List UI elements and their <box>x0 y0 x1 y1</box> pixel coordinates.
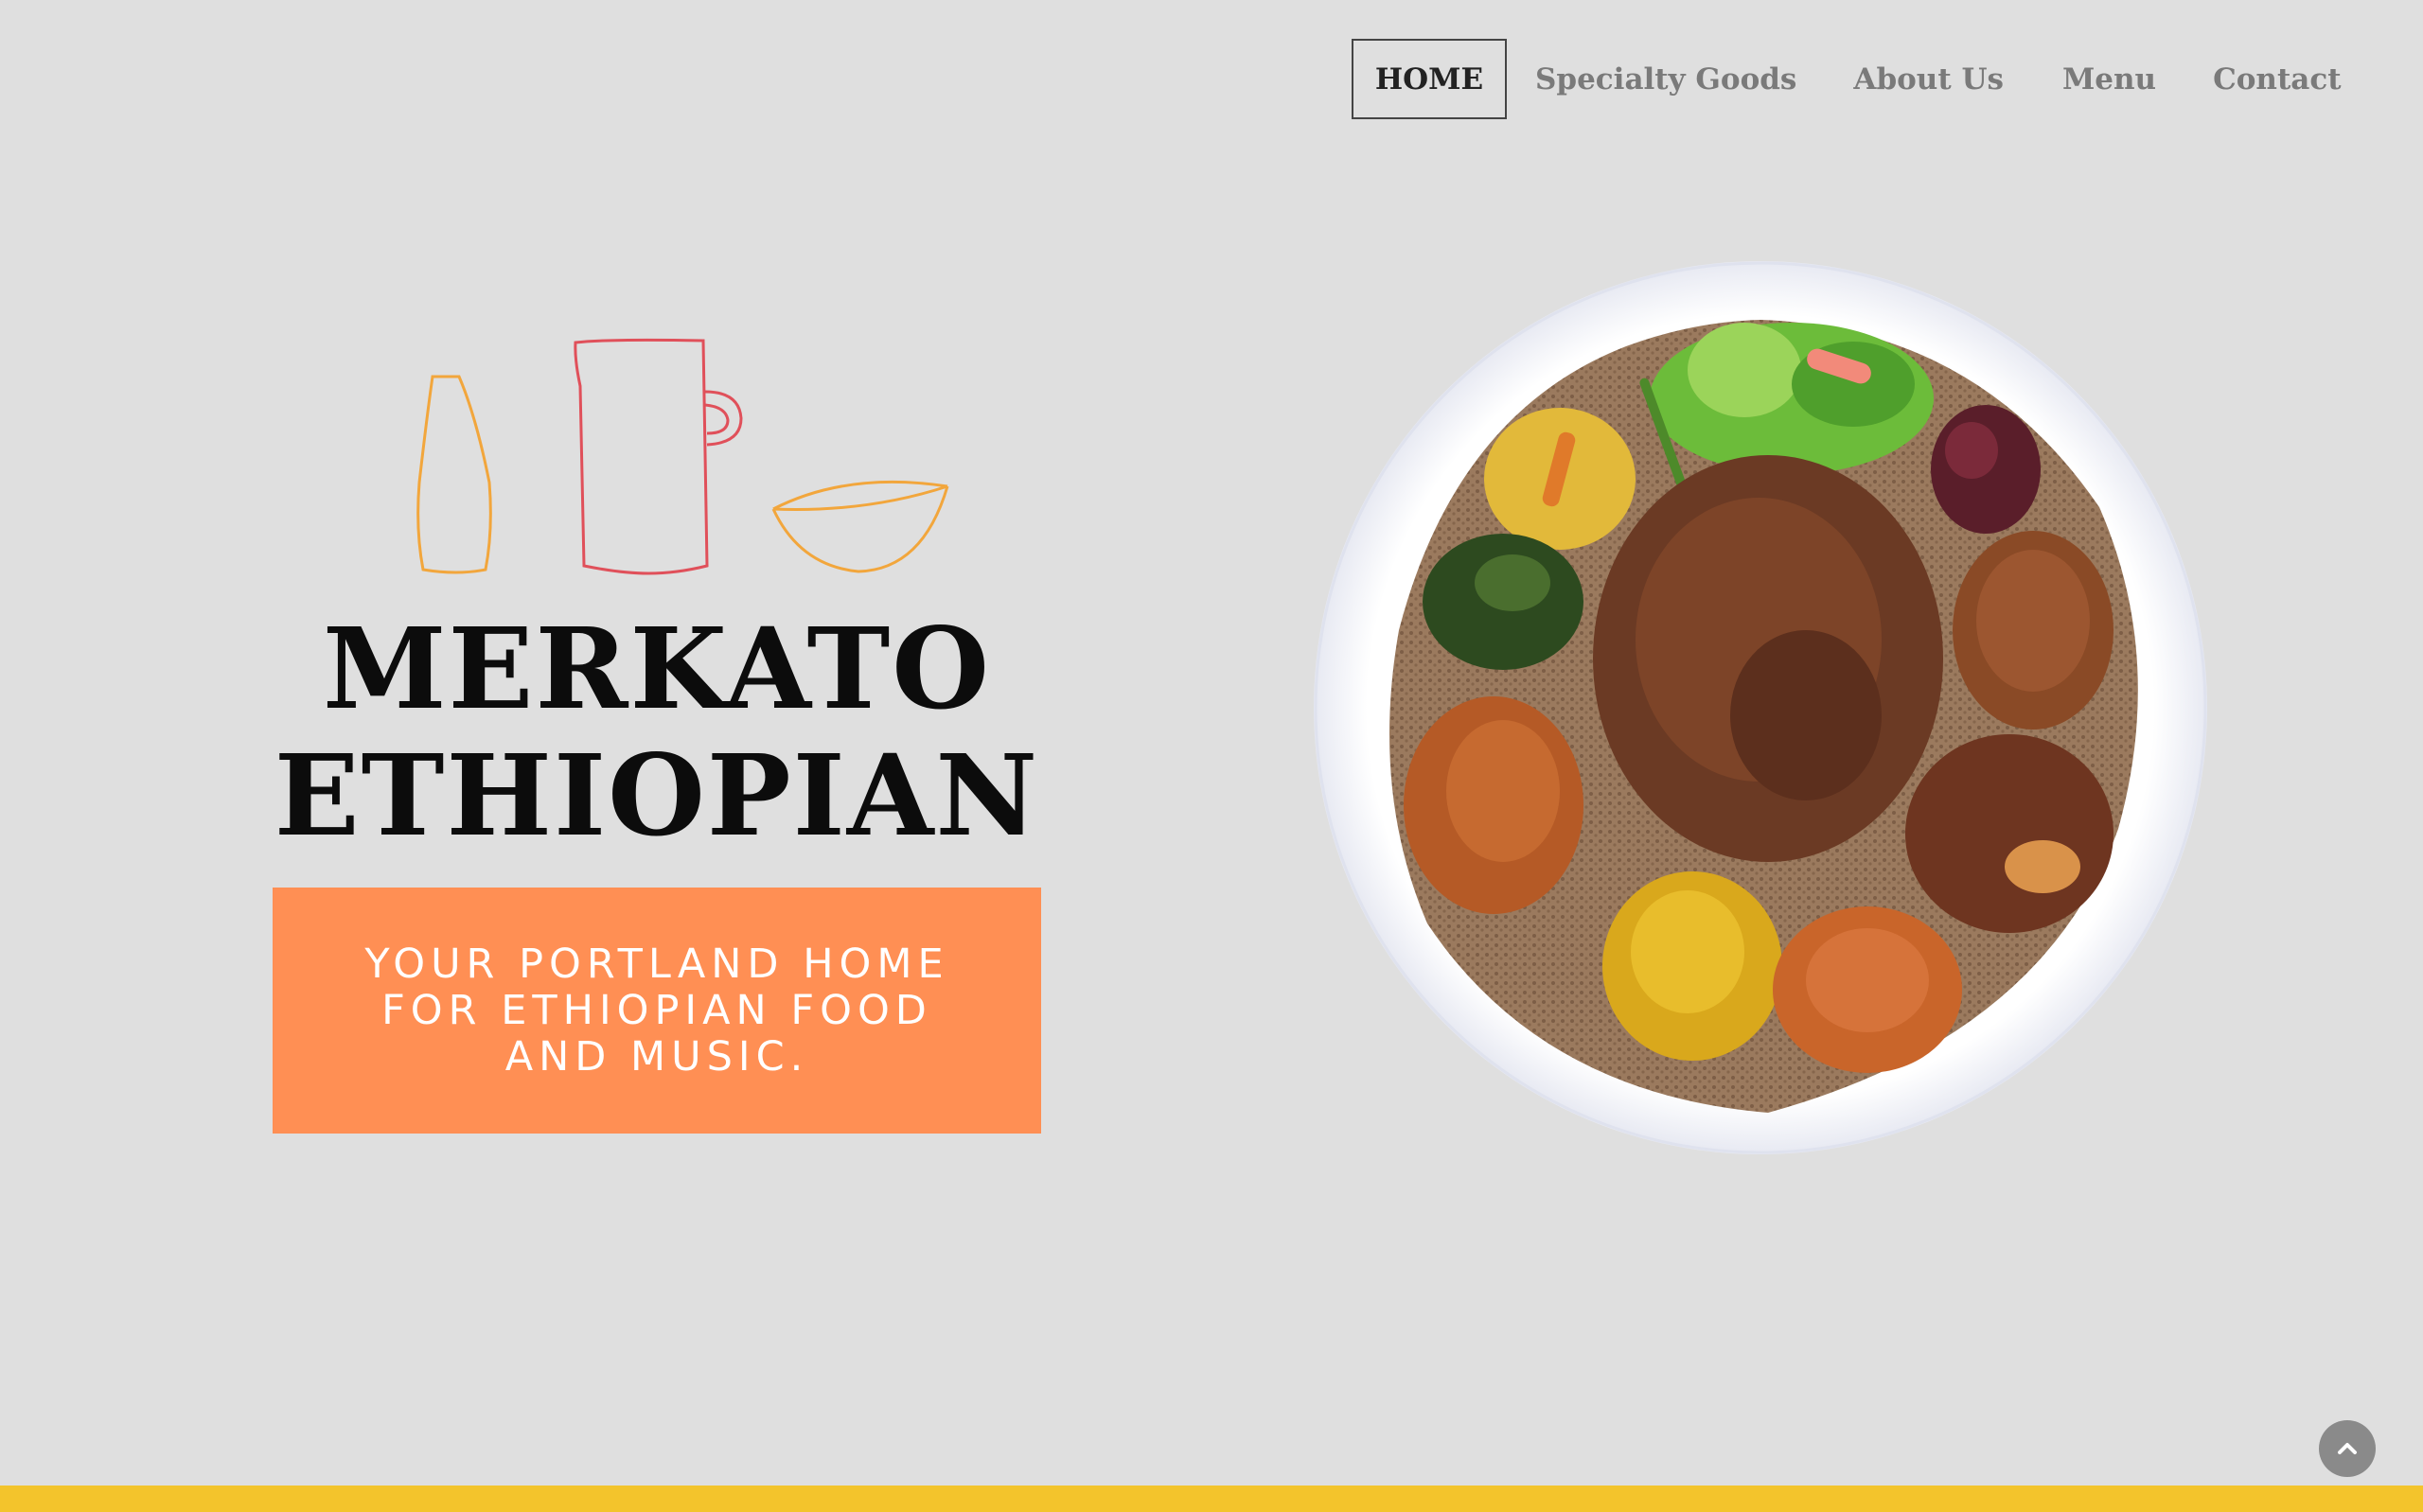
footer-strip <box>0 1486 2423 1512</box>
chevron-up-icon <box>2338 1443 2357 1454</box>
bottle-icon <box>416 375 492 574</box>
main-nav: HOME Specialty Goods About Us Menu Conta… <box>1352 39 2342 119</box>
tagline-text: YOUR PORTLAND HOME FOR ETHIOPIAN FOOD AN… <box>364 940 949 1081</box>
tagline-box: YOUR PORTLAND HOME FOR ETHIOPIAN FOOD AN… <box>273 888 1041 1134</box>
page: HOME Specialty Goods About Us Menu Conta… <box>0 0 2423 1512</box>
logo-icons <box>416 338 949 575</box>
jug-icon <box>574 338 743 575</box>
nav-home[interactable]: HOME <box>1352 39 1507 119</box>
bowl-icon <box>771 480 949 573</box>
title-line-1: MERKATO <box>322 603 992 734</box>
food-plate-image <box>1314 261 2207 1154</box>
nav-contact[interactable]: Contact <box>2213 39 2342 119</box>
nav-specialty-goods[interactable]: Specialty Goods <box>1535 39 1796 119</box>
nav-about-us[interactable]: About Us <box>1853 39 2004 119</box>
title-line-2: ETHIOPIAN <box>274 730 1040 861</box>
nav-menu[interactable]: Menu <box>2062 39 2156 119</box>
restaurant-title: MERKATO ETHIOPIAN <box>273 606 1041 859</box>
scroll-to-top-button[interactable] <box>2319 1420 2376 1477</box>
